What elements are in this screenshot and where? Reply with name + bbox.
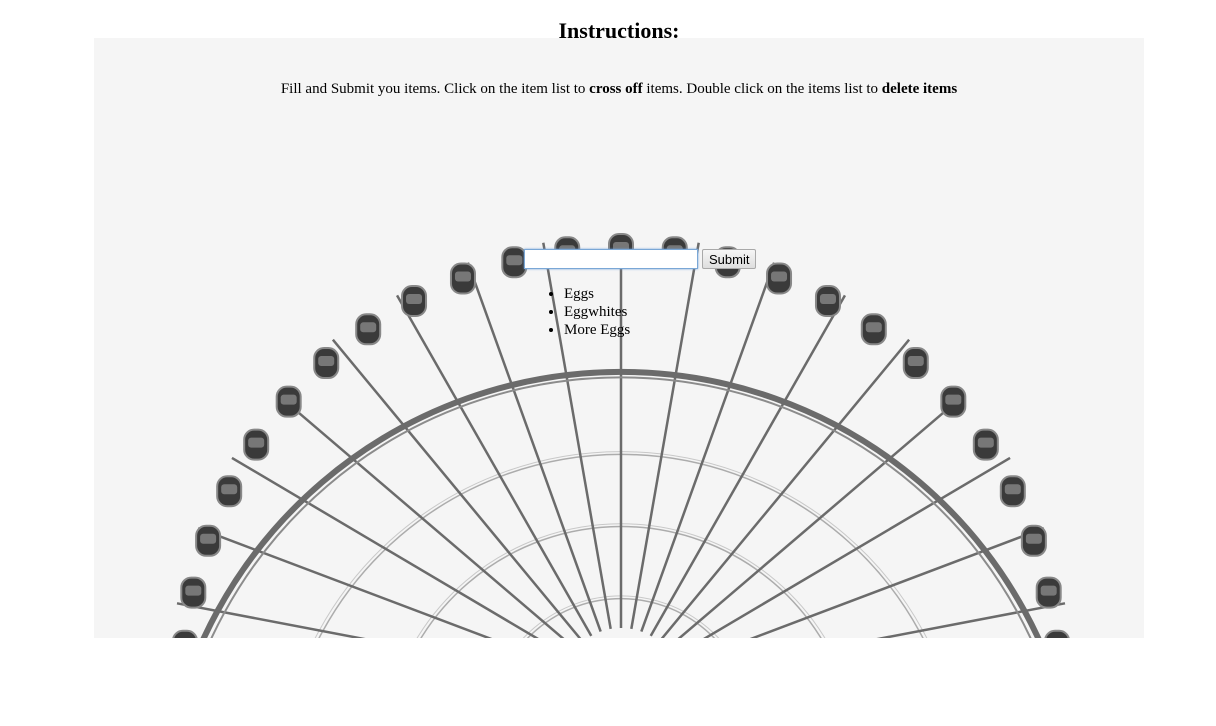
list-item[interactable]: More Eggs	[564, 321, 630, 339]
instructions-part2: items. Double click on the items list to	[642, 81, 882, 97]
background-panel: Fill and Submit you items. Click on the …	[94, 38, 1144, 638]
item-form: Submit	[524, 248, 757, 270]
list-item[interactable]: Eggs	[564, 285, 630, 303]
instructions-bold-delete-items: delete items	[881, 81, 958, 97]
instructions-bold-cross-off: cross off	[589, 81, 643, 97]
item-list: EggsEggwhitesMore Eggs	[544, 285, 630, 339]
submit-button[interactable]: Submit	[702, 249, 757, 269]
instructions-part1: Fill and Submit you items. Click on the …	[280, 81, 590, 97]
list-item[interactable]: Eggwhites	[564, 303, 630, 321]
item-input[interactable]	[524, 249, 698, 269]
instructions-text: Fill and Submit you items. Click on the …	[94, 79, 1144, 99]
